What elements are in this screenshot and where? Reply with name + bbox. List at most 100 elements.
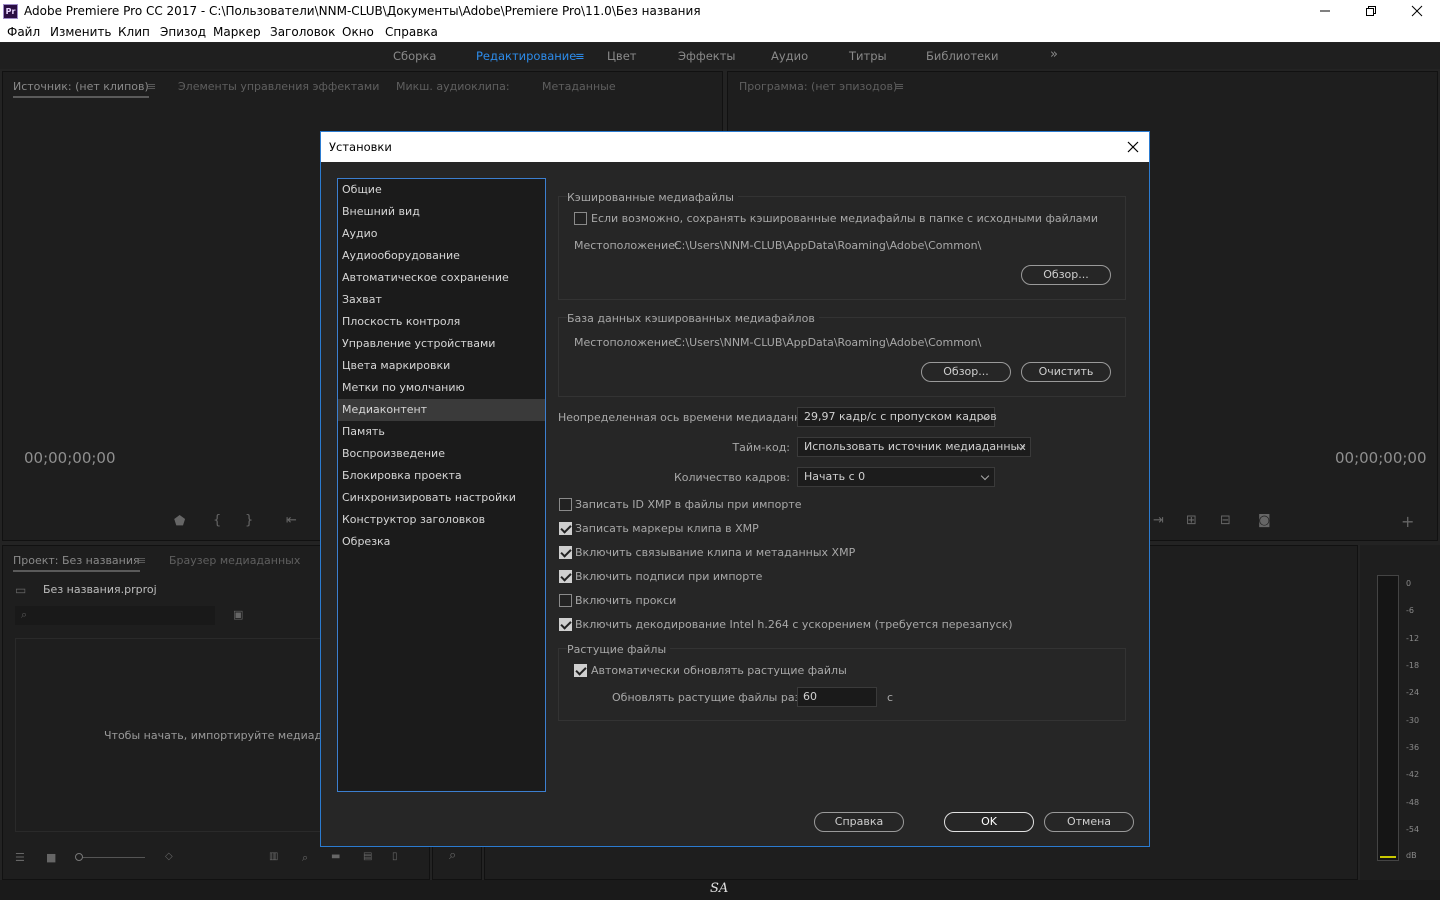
import-hint: Чтобы начать, импортируйте медиаданны <box>104 729 352 742</box>
program-timecode[interactable]: 00;00;00;00 <box>1335 449 1427 467</box>
dialog-close-icon[interactable] <box>1125 139 1141 155</box>
category-appearance[interactable]: Внешний вид <box>338 201 545 223</box>
category-label-colors[interactable]: Цвета маркировки <box>338 355 545 377</box>
category-device-control[interactable]: Управление устройствами <box>338 333 545 355</box>
category-auto-save[interactable]: Автоматическое сохранение <box>338 267 545 289</box>
workspace-overflow-icon[interactable]: » <box>1050 47 1058 62</box>
menu-window[interactable]: Окно <box>342 25 374 39</box>
category-titler[interactable]: Конструктор заголовков <box>338 509 545 531</box>
panel-menu-icon[interactable]: ≡ <box>147 80 156 93</box>
tab-program[interactable]: Программа: (нет эпизодов) <box>739 80 897 93</box>
sort-icon[interactable]: ◇ <box>165 851 173 862</box>
close-window-button[interactable] <box>1394 0 1440 23</box>
write-xmp-id-label: Записать ID XMP в файлы при импорте <box>575 498 802 511</box>
restore-button[interactable] <box>1348 0 1394 23</box>
button-editor-icon[interactable]: + <box>1401 512 1414 531</box>
audio-meter-bar <box>1377 575 1399 861</box>
export-frame-icon[interactable]: ◙ <box>1258 513 1271 528</box>
timecode-select[interactable]: Использовать источник медиаданных <box>797 437 1031 457</box>
enable-captions-checkbox[interactable] <box>559 570 572 583</box>
automate-icon[interactable]: ▥ <box>269 851 278 862</box>
category-memory[interactable]: Память <box>338 421 545 443</box>
ok-button[interactable]: OK <box>944 812 1034 832</box>
go-to-in-icon[interactable]: ⇤ <box>286 513 297 528</box>
tab-media-browser[interactable]: Браузер медиаданных <box>169 554 300 567</box>
enable-proxies-checkbox[interactable] <box>559 594 572 607</box>
icon-view-icon[interactable]: ■ <box>46 851 56 864</box>
write-clip-markers-checkbox[interactable] <box>559 522 572 535</box>
category-audio[interactable]: Аудио <box>338 223 545 245</box>
restore-icon <box>1366 6 1376 16</box>
add-marker-icon[interactable]: ⬟ <box>174 514 185 529</box>
workspace-effects[interactable]: Эффекты <box>678 49 736 63</box>
project-search-input[interactable]: ⌕ <box>15 606 215 625</box>
menu-clip[interactable]: Клип <box>118 25 150 39</box>
workspace-audio[interactable]: Аудио <box>771 49 808 63</box>
category-control-surface[interactable]: Плоскость контроля <box>338 311 545 333</box>
cache-db-browse-button[interactable]: Обзор... <box>921 362 1011 382</box>
write-xmp-id-checkbox[interactable] <box>559 498 572 511</box>
frame-count-select[interactable]: Начать с 0 <box>797 467 995 487</box>
category-capture[interactable]: Захват <box>338 289 545 311</box>
category-playback[interactable]: Воспроизведение <box>338 443 545 465</box>
menu-help[interactable]: Справка <box>385 25 438 39</box>
meter-tick: -6 <box>1406 606 1414 615</box>
auto-refresh-growing-checkbox[interactable] <box>574 664 587 677</box>
minimize-icon <box>1320 10 1330 12</box>
new-bin-icon[interactable]: ▣ <box>233 608 243 621</box>
enable-clip-xmp-linking-checkbox[interactable] <box>559 546 572 559</box>
cache-db-clean-button[interactable]: Очистить <box>1021 362 1111 382</box>
mark-in-icon[interactable]: { <box>213 513 221 528</box>
workspace-editing[interactable]: Редактирование <box>476 49 576 63</box>
zoom-slider-handle[interactable] <box>75 853 83 861</box>
mark-out-icon[interactable]: } <box>245 513 253 528</box>
workspace-menu-icon[interactable]: ≡ <box>575 49 585 63</box>
source-timecode[interactable]: 00;00;00;00 <box>24 449 116 467</box>
tab-effect-controls[interactable]: Элементы управления эффектами <box>178 80 379 93</box>
refresh-interval-input[interactable]: 60 <box>797 687 877 707</box>
clear-icon[interactable]: ▯ <box>392 851 398 862</box>
cache-browse-button[interactable]: Обзор... <box>1021 265 1111 285</box>
menu-edit[interactable]: Изменить <box>50 25 112 39</box>
cache-db-location-value: C:\Users\NNM-CLUB\AppData\Roaming\Adobe\… <box>674 336 982 349</box>
tab-project[interactable]: Проект: Без названия <box>13 554 140 572</box>
category-project-locking[interactable]: Блокировка проекта <box>338 465 545 487</box>
category-audio-hardware[interactable]: Аудиооборудование <box>338 245 545 267</box>
zoom-slider[interactable] <box>75 853 145 861</box>
program-panel-menu-icon[interactable]: ≡ <box>895 80 904 93</box>
intel-h264-decoding-label: Включить декодирование Intel h.264 с уск… <box>575 618 1013 631</box>
menu-bar: Файл Изменить Клип Эпизод Маркер Заголов… <box>0 23 1440 42</box>
find-icon[interactable]: ⌕ <box>302 851 308 865</box>
menu-sequence[interactable]: Эпизод <box>160 25 206 39</box>
category-sync-settings[interactable]: Синхронизировать настройки <box>338 487 545 509</box>
category-general[interactable]: Общие <box>338 179 545 201</box>
workspace-libraries[interactable]: Библиотеки <box>926 49 999 63</box>
workspace-titles[interactable]: Титры <box>849 49 887 63</box>
save-cache-next-to-source-checkbox[interactable] <box>574 212 587 225</box>
tab-metadata[interactable]: Метаданные <box>542 80 616 93</box>
new-bin-bottom-icon[interactable]: ▬ <box>331 851 340 862</box>
zoom-tool-icon[interactable]: ⌕ <box>449 848 456 863</box>
help-button[interactable]: Справка <box>814 812 904 832</box>
menu-marker[interactable]: Маркер <box>213 25 261 39</box>
lift-icon[interactable]: ⊞ <box>1186 513 1197 528</box>
category-media[interactable]: Медиаконтент <box>338 399 545 421</box>
new-item-icon[interactable]: ▤ <box>363 851 372 862</box>
cancel-button[interactable]: Отмена <box>1044 812 1134 832</box>
window-title: Adobe Premiere Pro CC 2017 - C:\Пользова… <box>24 4 701 18</box>
step-forward-icon[interactable]: ⇥ <box>1153 513 1164 528</box>
project-panel-menu-icon[interactable]: ≡ <box>137 554 146 567</box>
list-view-icon[interactable]: ☰ <box>15 851 25 864</box>
workspace-assembly[interactable]: Сборка <box>393 49 436 63</box>
menu-file[interactable]: Файл <box>7 25 40 39</box>
indeterminate-timebase-select[interactable]: 29,97 кадр/с с пропуском кадров <box>797 407 997 427</box>
intel-h264-decoding-checkbox[interactable] <box>559 618 572 631</box>
extract-icon[interactable]: ⊟ <box>1220 513 1231 528</box>
tab-source[interactable]: Источник: (нет клипов) <box>13 80 149 98</box>
category-trim[interactable]: Обрезка <box>338 531 545 553</box>
category-label-defaults[interactable]: Метки по умолчанию <box>338 377 545 399</box>
tab-audio-clip-mixer[interactable]: Микш. аудиоклипа: <box>396 80 510 93</box>
menu-title[interactable]: Заголовок <box>270 25 335 39</box>
minimize-button[interactable] <box>1302 0 1348 23</box>
workspace-color[interactable]: Цвет <box>607 49 636 63</box>
